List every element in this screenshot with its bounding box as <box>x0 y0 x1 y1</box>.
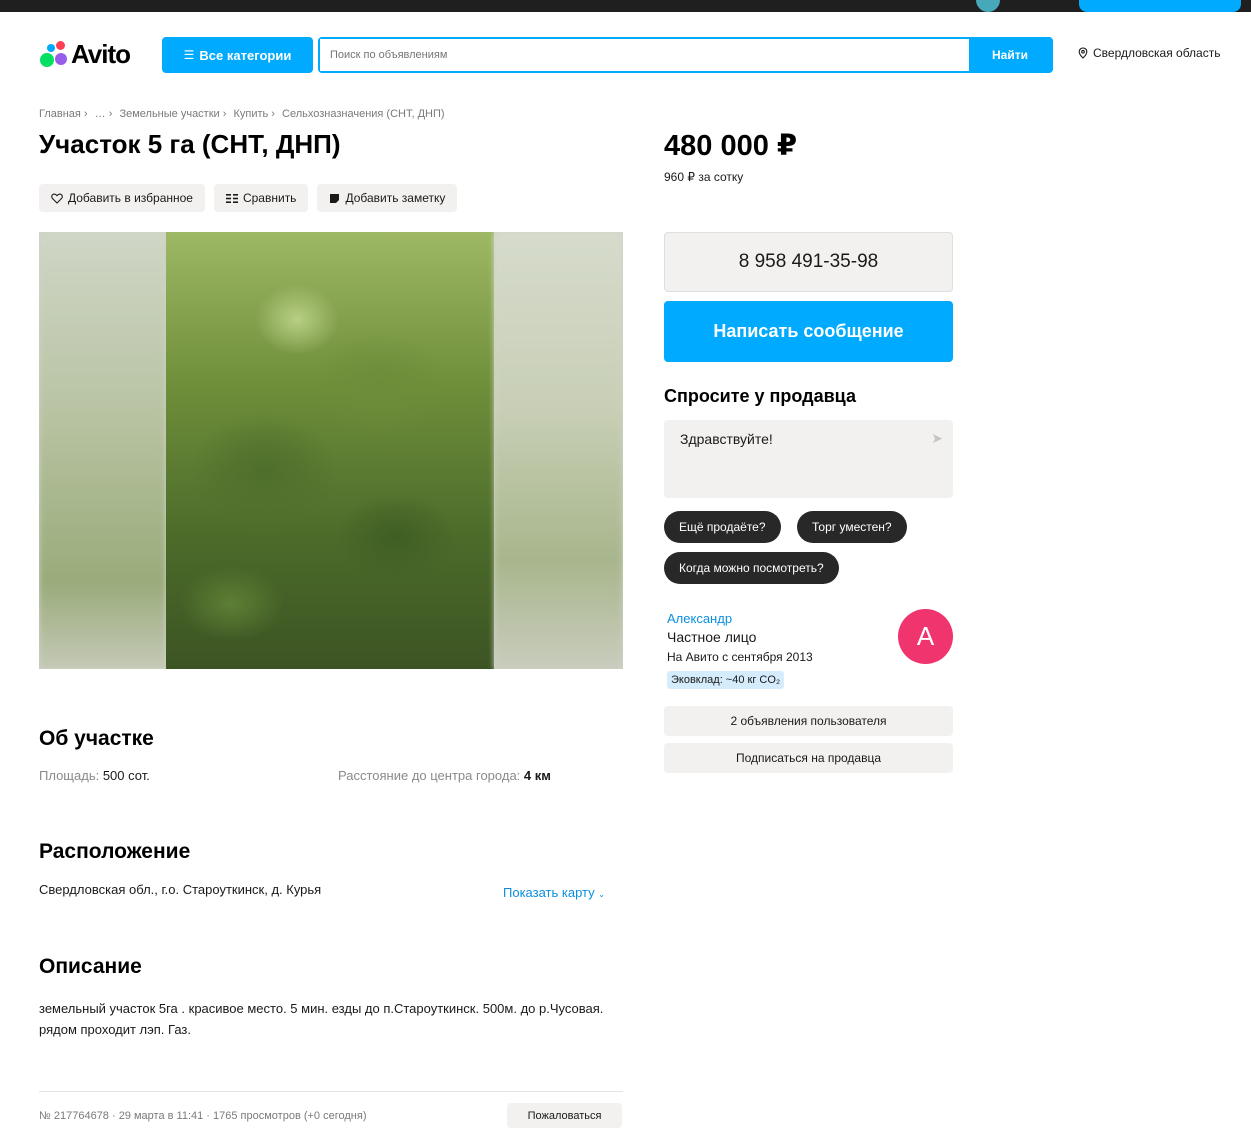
price-per-unit: 960 ₽ за сотку <box>664 170 744 184</box>
all-categories-button[interactable]: ☰ Все категории <box>162 37 313 73</box>
search-bar: Найти <box>318 37 1053 73</box>
region-label: Свердловская область <box>1093 46 1221 60</box>
location-address: Свердловская обл., г.о. Староуткинск, д.… <box>39 882 322 897</box>
about-area: Площадь: 500 сот. <box>39 768 150 783</box>
top-bar <box>0 0 1251 12</box>
catalog-icon: ☰ <box>183 48 195 62</box>
location-title: Расположение <box>39 840 191 863</box>
ask-seller-title: Спросите у продавца <box>664 386 856 406</box>
breadcrumb-buy[interactable]: Купить › <box>233 108 275 120</box>
quick-question-bargain[interactable]: Торг уместен? <box>797 511 907 543</box>
area-value: 500 сот. <box>102 768 150 783</box>
send-icon[interactable]: ➤ <box>931 430 943 447</box>
listing-meta: № 217764678 · 29 марта в 11:41 · 1765 пр… <box>39 1110 367 1122</box>
note-icon <box>330 193 340 203</box>
quick-question-when-view[interactable]: Когда можно посмотреть? <box>664 552 839 584</box>
seller-type: Частное лицо <box>667 629 757 645</box>
compare-icon <box>225 193 238 203</box>
about-distance: Расстояние до центра города: 4 км <box>338 768 551 783</box>
gallery-blur-right <box>494 232 623 669</box>
distance-value: 4 км <box>523 768 551 783</box>
about-title: Об участке <box>39 727 154 750</box>
eco-badge[interactable]: Эковклад: ~40 кг CO₂ <box>667 671 785 689</box>
breadcrumb-agricultural[interactable]: Сельхозназначения (СНТ, ДНП) <box>282 108 445 120</box>
show-map-link[interactable]: Показать карту ⌄ <box>503 885 605 900</box>
show-map-label: Показать карту <box>503 885 595 900</box>
complain-button[interactable]: Пожаловаться <box>507 1103 622 1128</box>
seller-avatar[interactable]: А <box>898 609 953 664</box>
seller-since: На Авито с сентября 2013 <box>667 650 813 664</box>
region-selector[interactable]: Свердловская область <box>1077 46 1220 60</box>
gallery-blur-left <box>39 232 166 669</box>
avito-logo[interactable]: Avito <box>39 38 131 70</box>
seller-name-link[interactable]: Александр <box>667 611 732 626</box>
quick-question-still-selling[interactable]: Ещё продаёте? <box>664 511 781 543</box>
write-message-button[interactable]: Написать сообщение <box>664 301 953 362</box>
post-ad-button-partial[interactable] <box>1079 0 1241 12</box>
description-text: земельный участок 5га . красивое место. … <box>39 1001 604 1037</box>
breadcrumb-home[interactable]: Главная › <box>39 108 88 120</box>
distance-label: Расстояние до центра города: <box>338 768 521 783</box>
description-title: Описание <box>39 955 142 978</box>
logo-text: Avito <box>71 38 131 69</box>
show-phone-button[interactable]: 8 958 491-35-98 <box>664 232 953 292</box>
breadcrumb: Главная › … › Земельные участки › Купить… <box>39 108 449 120</box>
logo-dots-icon <box>39 40 67 68</box>
add-note-button[interactable]: Добавить заметку <box>317 184 458 212</box>
ask-seller-text: Здравствуйте! <box>680 431 773 447</box>
add-favorite-button[interactable]: Добавить в избранное <box>39 184 205 212</box>
listing-actions: Добавить в избранное Сравнить Добавить з… <box>39 184 458 212</box>
breadcrumb-land[interactable]: Земельные участки › <box>119 108 226 120</box>
add-favorite-label: Добавить в избранное <box>68 191 193 205</box>
search-button[interactable]: Найти <box>969 39 1051 71</box>
price: 480 000 ₽ <box>664 130 798 162</box>
ask-seller-input[interactable]: Здравствуйте! ➤ <box>664 420 953 498</box>
breadcrumb-ellipsis[interactable]: … › <box>95 108 113 120</box>
area-label: Площадь: <box>39 768 100 783</box>
user-avatar-partial[interactable] <box>976 0 1000 12</box>
search-input[interactable] <box>320 39 969 71</box>
heart-icon <box>51 193 63 204</box>
gallery-main-photo[interactable] <box>166 232 494 669</box>
page-title: Участок 5 га (СНТ, ДНП) <box>39 129 341 159</box>
compare-button[interactable]: Сравнить <box>213 184 309 212</box>
photo-gallery[interactable] <box>39 232 623 669</box>
seller-ads-button[interactable]: 2 объявления пользователя <box>664 706 953 736</box>
location-pin-icon <box>1078 47 1088 59</box>
compare-label: Сравнить <box>242 191 297 205</box>
add-note-label: Добавить заметку <box>345 191 446 205</box>
chevron-down-icon: ⌄ <box>598 890 605 899</box>
all-categories-label: Все категории <box>199 47 292 63</box>
subscribe-seller-button[interactable]: Подписаться на продавца <box>664 743 953 773</box>
footer-divider <box>39 1091 623 1092</box>
